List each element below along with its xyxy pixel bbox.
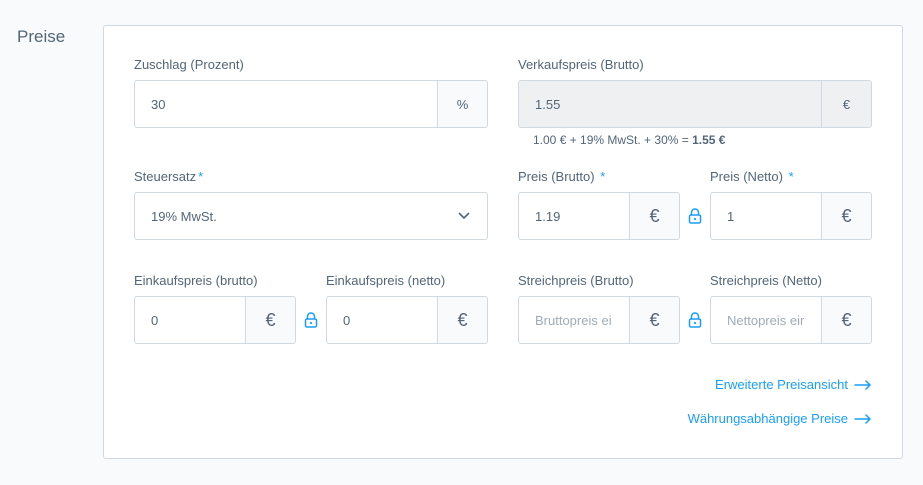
purchase-net-label: Einkaufspreis (netto) bbox=[326, 273, 446, 288]
price-net-field[interactable]: 1 € bbox=[710, 192, 872, 240]
selling-price-field: 1.55 € bbox=[518, 80, 872, 128]
euro-suffix: € bbox=[629, 193, 679, 239]
list-price-gross-label: Streichpreis (Brutto) bbox=[518, 273, 634, 288]
selling-price-input: 1.55 bbox=[519, 81, 821, 127]
euro-suffix: € bbox=[821, 81, 871, 127]
price-net-input[interactable]: 1 bbox=[711, 193, 821, 239]
lock-icon[interactable] bbox=[688, 312, 702, 328]
tax-label: Steuersatz * bbox=[134, 169, 204, 184]
euro-suffix: € bbox=[437, 297, 487, 343]
purchase-net-input[interactable]: 0 bbox=[327, 297, 437, 343]
arrow-right-icon bbox=[854, 380, 872, 390]
advanced-price-view-link[interactable]: Erweiterte Preisansicht bbox=[715, 377, 872, 392]
arrow-right-icon bbox=[854, 414, 872, 424]
euro-suffix: € bbox=[821, 193, 871, 239]
required-mark: * bbox=[788, 169, 794, 184]
euro-suffix: € bbox=[245, 297, 295, 343]
percent-suffix: % bbox=[437, 81, 487, 127]
purchase-gross-label: Einkaufspreis (brutto) bbox=[134, 273, 258, 288]
list-price-gross-field[interactable]: Bruttopreis ei € bbox=[518, 296, 680, 344]
price-gross-input[interactable]: 1.19 bbox=[519, 193, 629, 239]
currency-prices-link[interactable]: Währungsabhängige Preise bbox=[688, 411, 872, 426]
calc-text: 1.00 € + 19% MwSt. + 30% = bbox=[533, 133, 689, 147]
required-mark: * bbox=[198, 169, 204, 184]
price-gross-field[interactable]: 1.19 € bbox=[518, 192, 680, 240]
tax-select[interactable]: 19% MwSt. bbox=[134, 192, 488, 240]
chevron-down-icon[interactable] bbox=[441, 193, 487, 239]
lock-icon[interactable] bbox=[304, 312, 318, 328]
calc-result: 1.55 € bbox=[692, 133, 726, 147]
price-gross-label: Preis (Brutto) * bbox=[518, 169, 606, 184]
euro-suffix: € bbox=[821, 297, 871, 343]
selling-price-label: Verkaufspreis (Brutto) bbox=[518, 57, 644, 72]
markup-label: Zuschlag (Prozent) bbox=[134, 57, 244, 72]
markup-input[interactable]: 30 bbox=[135, 81, 437, 127]
lock-icon[interactable] bbox=[688, 208, 702, 224]
list-price-net-field[interactable]: Nettopreis eir € bbox=[710, 296, 872, 344]
currency-prices-label[interactable]: Währungsabhängige Preise bbox=[688, 411, 848, 426]
required-mark: * bbox=[600, 169, 606, 184]
purchase-net-field[interactable]: 0 € bbox=[326, 296, 488, 344]
purchase-gross-input[interactable]: 0 bbox=[135, 297, 245, 343]
selling-price-calculation: 1.00 € + 19% MwSt. + 30% = 1.55 € bbox=[533, 133, 725, 147]
purchase-gross-field[interactable]: 0 € bbox=[134, 296, 296, 344]
markup-field[interactable]: 30 % bbox=[134, 80, 488, 128]
list-price-net-input[interactable]: Nettopreis eir bbox=[711, 297, 821, 343]
advanced-price-view-label[interactable]: Erweiterte Preisansicht bbox=[715, 377, 848, 392]
section-title: Preise bbox=[17, 27, 66, 46]
list-price-gross-input[interactable]: Bruttopreis ei bbox=[519, 297, 629, 343]
tax-select-value[interactable]: 19% MwSt. bbox=[135, 193, 441, 239]
euro-suffix: € bbox=[629, 297, 679, 343]
list-price-net-label: Streichpreis (Netto) bbox=[710, 273, 822, 288]
price-net-label: Preis (Netto) * bbox=[710, 169, 794, 184]
